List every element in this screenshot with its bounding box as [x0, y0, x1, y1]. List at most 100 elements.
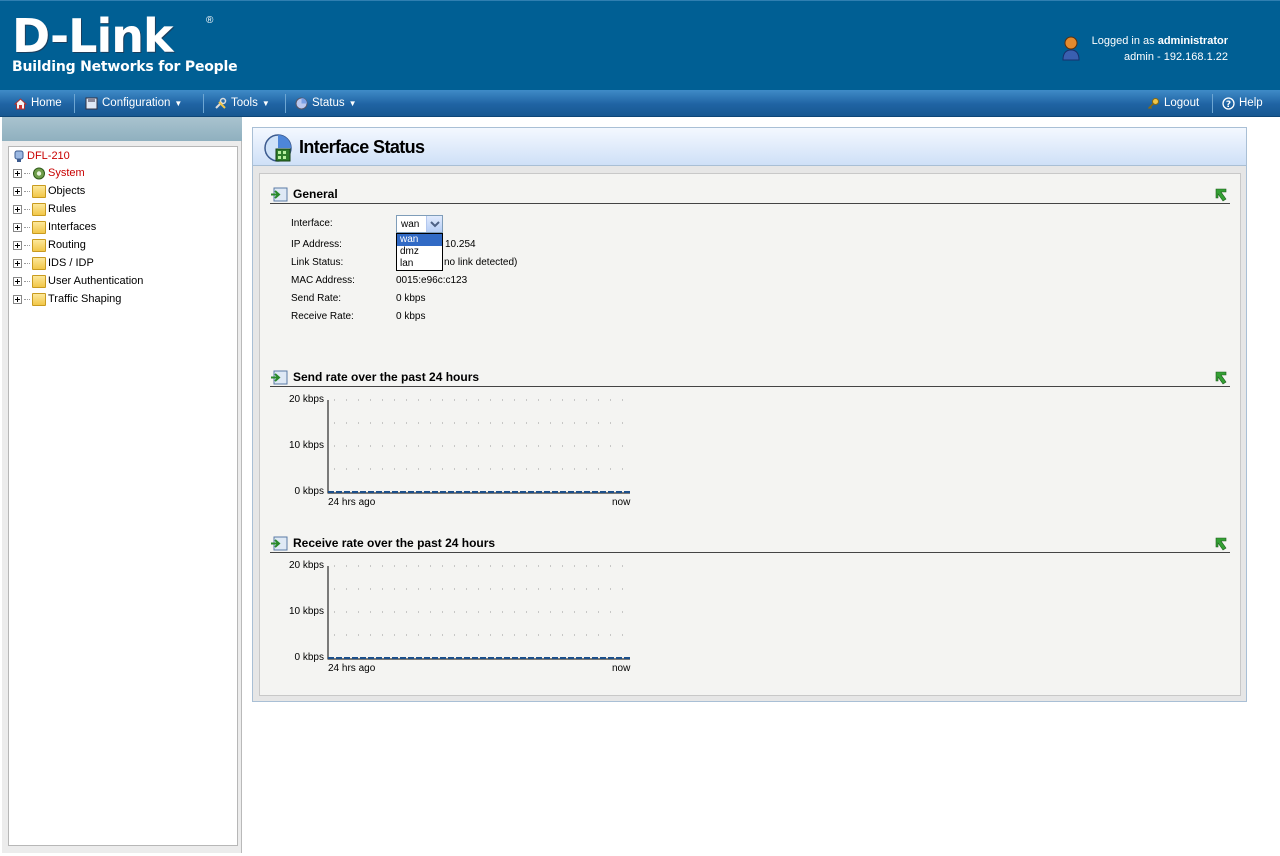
menu-status[interactable]: Status ▼ — [295, 90, 357, 117]
y-tick-label: 20 kbps — [288, 394, 324, 405]
tree-connector — [24, 298, 30, 300]
refresh-arrow-icon[interactable] — [1214, 370, 1228, 385]
menu-tools-label: Tools — [231, 97, 258, 109]
tree-root-label: DFL-210 — [27, 150, 70, 162]
tree-item-interfaces[interactable]: Interfaces — [13, 219, 96, 235]
section-send-rate-header: Send rate over the past 24 hours — [270, 367, 1230, 387]
section-arrow-icon — [271, 187, 288, 202]
key-icon — [1147, 98, 1159, 110]
main-content: Interface Status General Interface: wan … — [252, 127, 1247, 702]
tree-item-label: IDS / IDP — [48, 257, 94, 269]
interface-select[interactable]: wan — [396, 215, 443, 233]
home-icon — [14, 98, 27, 110]
expand-icon[interactable] — [13, 240, 22, 250]
section-receive-rate-header: Receive rate over the past 24 hours — [270, 533, 1230, 553]
chart-svg — [327, 399, 630, 494]
menu-separator — [203, 94, 204, 113]
interfaces-folder-icon — [32, 220, 46, 234]
x-tick-label: now — [612, 663, 631, 674]
help-icon: ? — [1222, 97, 1235, 110]
navigation-tree[interactable]: DFL-210 System Objects Rules Interfaces … — [8, 146, 238, 846]
tree-item-objects[interactable]: Objects — [13, 183, 85, 199]
y-tick-label: 0 kbps — [294, 486, 324, 497]
menu-configuration[interactable]: Configuration ▼ — [85, 90, 182, 117]
tree-item-label: System — [48, 167, 85, 179]
logged-in-prefix: Logged in as — [1091, 35, 1158, 47]
page-title-bar: Interface Status — [253, 128, 1246, 166]
expand-icon[interactable] — [13, 294, 22, 304]
menu-status-label: Status — [312, 97, 345, 109]
chevron-down-icon — [430, 221, 440, 228]
logged-in-user: administrator — [1157, 35, 1228, 47]
interface-dropdown-list[interactable]: wan dmz lan — [396, 233, 443, 271]
expand-icon[interactable] — [13, 204, 22, 214]
dropdown-option-lan[interactable]: lan — [397, 258, 442, 270]
ip-address-label: IP Address: — [291, 239, 342, 250]
interface-select-value: wan — [401, 219, 420, 230]
menu-help[interactable]: ? Help — [1222, 90, 1263, 117]
menu-help-label: Help — [1239, 97, 1263, 109]
chart-svg — [327, 565, 630, 660]
status-panel: General Interface: wan wan dmz lan IP Ad… — [259, 173, 1241, 696]
tree-connector — [24, 244, 30, 246]
navigation-panel-header — [2, 117, 242, 141]
user-auth-folder-icon — [32, 274, 46, 288]
navigation-panel: DFL-210 System Objects Rules Interfaces … — [2, 117, 242, 853]
tree-item-user-authentication[interactable]: User Authentication — [13, 273, 143, 289]
dropdown-option-wan[interactable]: wan — [397, 234, 442, 246]
chevron-down-icon: ▼ — [174, 99, 183, 108]
header: D-Link ® Building Networks for People Lo… — [0, 0, 1280, 90]
section-general-title: General — [293, 187, 338, 201]
section-general-header: General — [270, 184, 1230, 204]
tree-item-routing[interactable]: Routing — [13, 237, 86, 253]
menu-home[interactable]: Home — [14, 90, 62, 117]
menu-home-label: Home — [31, 97, 62, 109]
menubar: Home Configuration ▼ Tools ▼ Status ▼ Lo… — [0, 90, 1280, 117]
user-icon — [1062, 36, 1080, 61]
expand-icon[interactable] — [13, 258, 22, 268]
dropdown-option-dmz[interactable]: dmz — [397, 246, 442, 258]
tree-item-ids-idp[interactable]: IDS / IDP — [13, 255, 94, 271]
expand-icon[interactable] — [13, 222, 22, 232]
dlink-logo[interactable]: D-Link ® Building Networks for People — [12, 13, 238, 75]
link-status-value: no link detected) — [444, 257, 518, 268]
x-tick-label: 24 hrs ago — [328, 497, 376, 508]
status-pie-icon — [295, 97, 308, 110]
idp-folder-icon — [32, 256, 46, 270]
tree-item-traffic-shaping[interactable]: Traffic Shaping — [13, 291, 121, 307]
expand-icon[interactable] — [13, 276, 22, 286]
tree-root-dfl-210[interactable]: DFL-210 — [13, 148, 70, 164]
save-disk-icon — [85, 97, 98, 110]
session-info: admin - 192.168.1.22 — [1124, 51, 1228, 63]
tree-connector — [24, 208, 30, 210]
tree-item-label: User Authentication — [48, 275, 144, 287]
interface-label: Interface: — [291, 218, 333, 229]
dropdown-button[interactable] — [426, 216, 442, 232]
menu-tools[interactable]: Tools ▼ — [214, 90, 270, 117]
refresh-arrow-icon[interactable] — [1214, 187, 1228, 202]
tree-item-label: Interfaces — [48, 221, 97, 233]
tree-connector — [24, 172, 30, 174]
expand-icon[interactable] — [13, 168, 22, 178]
user-info: Logged in as administrator admin - 192.1… — [1092, 33, 1228, 65]
y-tick-label: 20 kbps — [288, 560, 324, 571]
tree-item-rules[interactable]: Rules — [13, 201, 76, 217]
x-tick-label: now — [612, 497, 631, 508]
receive-rate-chart: 20 kbps 10 kbps 0 kbps 24 hrs ago now — [270, 560, 640, 684]
menu-separator — [1212, 94, 1213, 113]
refresh-arrow-icon[interactable] — [1214, 536, 1228, 551]
expand-icon[interactable] — [13, 186, 22, 196]
send-rate-label: Send Rate: — [291, 293, 342, 304]
section-arrow-icon — [271, 536, 288, 551]
system-gear-icon — [33, 167, 45, 179]
chevron-down-icon: ▼ — [348, 99, 357, 108]
tree-item-label: Routing — [48, 239, 86, 251]
section-send-rate-title: Send rate over the past 24 hours — [293, 370, 480, 384]
tree-item-system[interactable]: System — [13, 165, 85, 181]
logo-registered-mark: ® — [206, 15, 214, 26]
send-rate-value: 0 kbps — [396, 293, 426, 304]
tools-icon — [215, 97, 227, 109]
menu-separator — [285, 94, 286, 113]
menu-logout[interactable]: Logout — [1147, 90, 1199, 117]
menu-configuration-label: Configuration — [102, 97, 171, 109]
